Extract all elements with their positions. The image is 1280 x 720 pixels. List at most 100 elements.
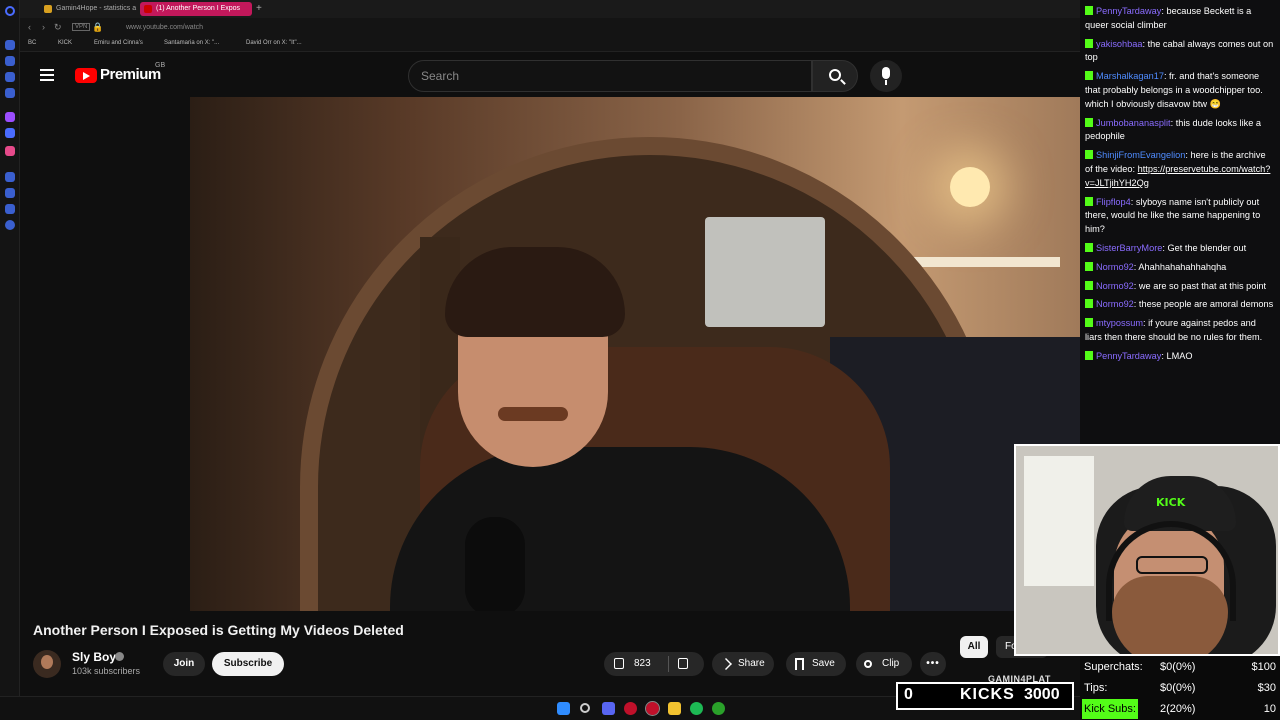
url-input[interactable]: www.youtube.com/watch [120,21,1020,35]
youtube-play-icon [75,68,97,83]
kick-badge-icon [1085,150,1093,160]
tab-youtube-video[interactable]: (1) Another Person I Expos [140,2,252,16]
chat-message: Jumbobananasplit: this dude looks like a… [1085,117,1261,142]
join-button[interactable]: Join [163,652,205,676]
sidebar-app-icon[interactable] [5,56,15,66]
chat-message: Marshalkagan17: fr. and that's someone t… [1085,71,1263,109]
sidebar-app-icon[interactable] [5,188,15,198]
bookmark-item[interactable]: Santamaria on X: "... [164,40,219,46]
subscriber-count: 103k subscribers [72,666,141,676]
microphone-icon [882,67,890,79]
like-count[interactable]: 823 [634,652,651,676]
stat-goal: $100 [1251,661,1276,673]
new-tab-button[interactable]: + [256,2,262,16]
reload-icon[interactable]: ↻ [54,22,62,33]
sidebar-app-icon[interactable] [5,128,15,138]
share-label: Share [738,658,765,669]
share-icon [720,658,732,670]
chat-overlay: PennyTardaway: because Beckett is a quee… [1080,0,1280,444]
chat-message: mtypossum: if youre against pedos and li… [1085,318,1263,342]
back-icon[interactable]: ‹ [28,22,31,32]
stat-label: Superchats: [1084,661,1143,673]
spotify-icon[interactable] [690,702,703,715]
kick-badge-icon [1085,318,1093,328]
discord-icon[interactable] [602,702,615,715]
opera-gx-icon[interactable] [645,701,660,716]
search-box [408,60,812,92]
bookmark-item[interactable]: David Orr on X: "It"... [246,40,302,46]
sidebar-app-icon[interactable] [5,204,15,214]
chat-username: Normo92 [1096,280,1134,291]
kick-badge-icon [1085,350,1093,360]
kick-badge-icon [1085,38,1093,48]
voice-search-button[interactable] [870,60,902,92]
kicks-goal-bar: 0 KICKS 3000 [896,682,1074,710]
bookmark-item[interactable]: BC [28,40,36,46]
clip-button[interactable]: Clip [856,652,912,676]
chat-username: SisterBarryMore [1096,242,1163,253]
sidebar-app-icon[interactable] [5,146,15,156]
xbox-icon[interactable] [712,702,725,715]
stat-label: Kick Subs: [1082,699,1138,719]
chat-username: PennyTardaway [1096,6,1162,16]
channel-name[interactable]: Sly Boy [72,650,116,664]
like-icon[interactable] [614,658,624,669]
menu-icon[interactable] [40,69,54,84]
chat-text: LMAO [1166,350,1193,361]
sidebar-app-icon[interactable] [5,72,15,82]
chip-all[interactable]: All [960,636,988,658]
youtube-header: Premium GB [20,52,1080,98]
chat-username: Jumbobananasplit [1096,117,1171,128]
chat-text: Ahahhahahahhahqha [1138,261,1227,272]
vpn-badge-icon[interactable]: VPN [72,23,91,31]
stat-row-kick-subs: Kick Subs: 2(20%) 10 [1080,699,1280,719]
stat-label: Tips: [1084,682,1108,694]
dislike-icon[interactable] [678,658,688,669]
bookmarks-bar: BC KICK Emiru and Cinna's Santamaria on … [20,38,1080,52]
tab-gamin4hope[interactable]: Gamin4Hope - statistics a [40,2,150,16]
search-taskbar-icon[interactable] [580,703,590,713]
more-actions-button[interactable]: ••• [920,652,946,676]
share-button[interactable]: Share [712,652,774,676]
like-dislike-group: 823 [604,652,704,676]
video-player[interactable] [190,97,1080,611]
opera-logo-icon[interactable] [5,6,15,16]
file-explorer-icon[interactable] [668,702,681,715]
chat-message: Normo92: these people are amoral demons [1085,298,1274,312]
sidebar-app-icon[interactable] [5,112,15,122]
stat-goal: $30 [1257,682,1276,694]
search-button[interactable] [812,60,858,92]
cam-hat-logo: KICK [1156,496,1186,509]
windows-start-icon[interactable] [557,702,570,715]
donation-stats: Superchats: $0(0%) $100 Tips: $0(0%) $30… [1080,656,1280,720]
tab-strip: Gamin4Hope - statistics a (1) Another Pe… [20,0,1080,18]
stat-goal: 10 [1263,703,1276,715]
sidebar-app-icon[interactable] [5,40,15,50]
country-code: GB [155,62,166,69]
save-label: Save [812,658,835,669]
chat-text: Get the blender out [1167,242,1247,253]
scissors-icon [864,660,872,668]
kick-badge-icon [1085,196,1093,206]
opera-icon[interactable] [624,702,637,715]
kick-badge-icon [1085,299,1093,309]
bookmark-item[interactable]: KICK [58,40,72,46]
bookmark-item[interactable]: Emiru and Cinna's [94,40,143,46]
tab-favicon-icon [44,5,52,13]
subscribe-button[interactable]: Subscribe [212,652,284,676]
screen: Gamin4Hope - statistics a (1) Another Pe… [0,0,1280,720]
sidebar-app-icon[interactable] [5,88,15,98]
chat-message: Normo92: we are so past that at this poi… [1085,280,1274,294]
divider [668,656,669,672]
sidebar-app-icon[interactable] [5,172,15,182]
chat-text: these people are amoral demons [1138,299,1274,310]
chat-username: Normo92 [1096,299,1134,310]
settings-icon[interactable] [5,220,15,230]
cam-window [1024,456,1094,586]
chat-message: PennyTardaway: because Beckett is a quee… [1085,6,1252,30]
chat-message: SisterBarryMore: Get the blender out [1085,242,1274,256]
search-input[interactable] [409,61,811,91]
channel-avatar[interactable] [33,650,61,678]
save-button[interactable]: Save [786,652,846,676]
forward-icon[interactable]: › [42,22,45,32]
